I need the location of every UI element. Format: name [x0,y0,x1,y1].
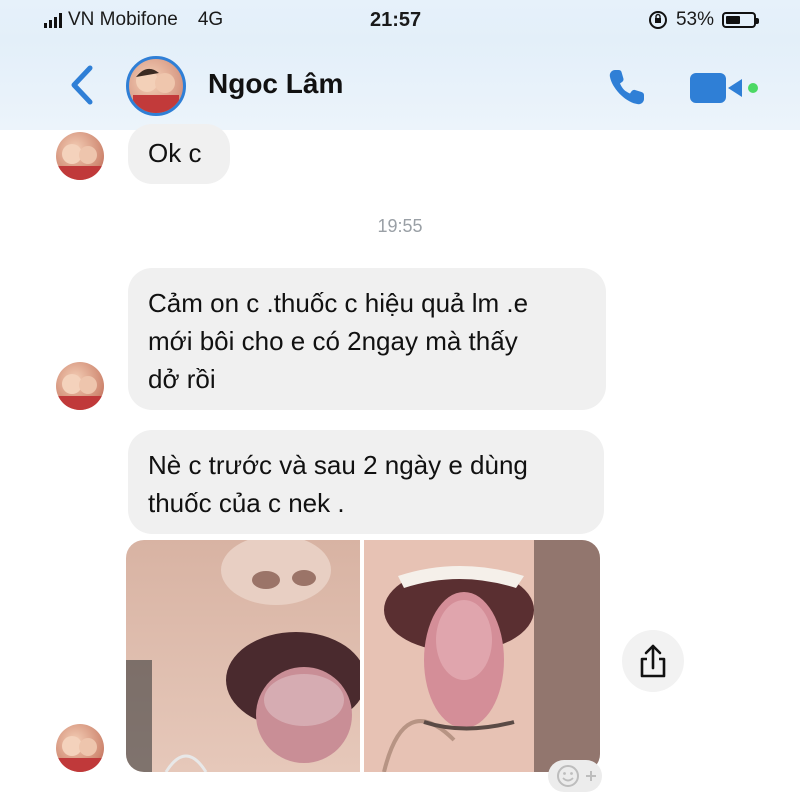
avatar-image [56,374,104,410]
photo-before-image [126,540,360,772]
sender-avatar[interactable] [56,362,104,410]
message-bubble[interactable]: Cảm on c .thuốc c hiệu quả lm .e mới bôi… [128,268,606,410]
chat-header: Ngoc Lâm [0,40,800,130]
message-line: dở rồi [148,364,216,394]
network-type: 4G [197,9,224,30]
chevron-left-icon[interactable] [60,60,104,110]
sender-avatar[interactable] [56,724,104,772]
battery-icon [722,12,759,28]
status-left: VN Mobifone 4G [44,9,223,31]
avatar-image [56,736,104,772]
avatar-image [56,144,104,180]
photo-after[interactable] [364,540,600,772]
status-bar: VN Mobifone 4G 21:57 53% [0,0,800,40]
photo-before[interactable] [126,540,360,772]
contact-avatar[interactable] [126,56,186,116]
signal-icon [44,12,62,28]
status-right: 53% [648,9,759,31]
sender-avatar[interactable] [56,132,104,180]
orientation-lock-icon [648,11,667,29]
message-text: Ok c [148,138,202,168]
share-icon [640,644,666,678]
message-bubble[interactable]: Nè c trước và sau 2 ngày e dùng thuốc củ… [128,430,604,534]
share-button[interactable] [622,630,684,692]
contact-name[interactable]: Ngoc Lâm [208,68,343,100]
photo-after-image [364,540,600,772]
avatar-image [133,68,179,113]
message-line: Cảm on c .thuốc c hiệu quả lm .e [148,288,529,318]
battery-percent: 53% [675,9,714,30]
message-line: thuốc của c nek . [148,488,345,518]
message-line: mới bôi cho e có 2ngay mà thấy [148,326,518,356]
carrier-name: VN Mobifone [68,9,178,30]
add-reaction-icon[interactable] [548,760,602,792]
phone-icon[interactable] [606,66,648,108]
message-line: Nè c trước và sau 2 ngày e dùng [148,450,528,480]
video-camera-icon[interactable] [690,68,760,108]
message-timestamp: 19:55 [377,216,423,236]
message-bubble[interactable]: Ok c [128,124,230,184]
clock: 21:57 [370,9,422,31]
